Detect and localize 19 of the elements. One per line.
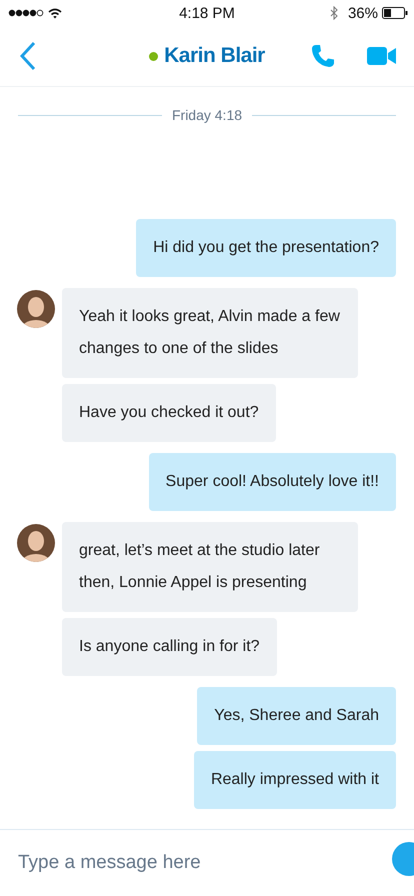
video-camera-icon[interactable] [367,47,396,65]
received-message: great, let’s meet at the studio later then, Lonnie Appel is presenting [62,522,358,612]
contact-name[interactable]: Karin Blair [164,44,265,68]
signal-icon [8,9,44,17]
wifi-icon [48,8,62,18]
sent-message: Hi did you get the presentation? [136,219,396,277]
received-message: Yeah it looks great, Alvin made a few changes to one of the slides [62,288,358,378]
date-divider: Friday 4:18 [172,107,242,123]
sent-message: Really impressed with it [194,751,396,809]
sent-message: Super cool! Absolutely love it!! [148,453,396,511]
battery-percent: 36% [348,4,378,22]
received-message: Is anyone calling in for it? [62,618,277,676]
bluetooth-icon [330,6,338,20]
received-message: Have you checked it out? [62,384,276,442]
back-icon[interactable] [20,41,36,71]
sent-message: Yes, Sheree and Sarah [197,687,396,745]
battery-icon [382,7,408,19]
status-time: 4:18 PM [179,4,235,22]
phone-icon[interactable] [311,44,335,68]
